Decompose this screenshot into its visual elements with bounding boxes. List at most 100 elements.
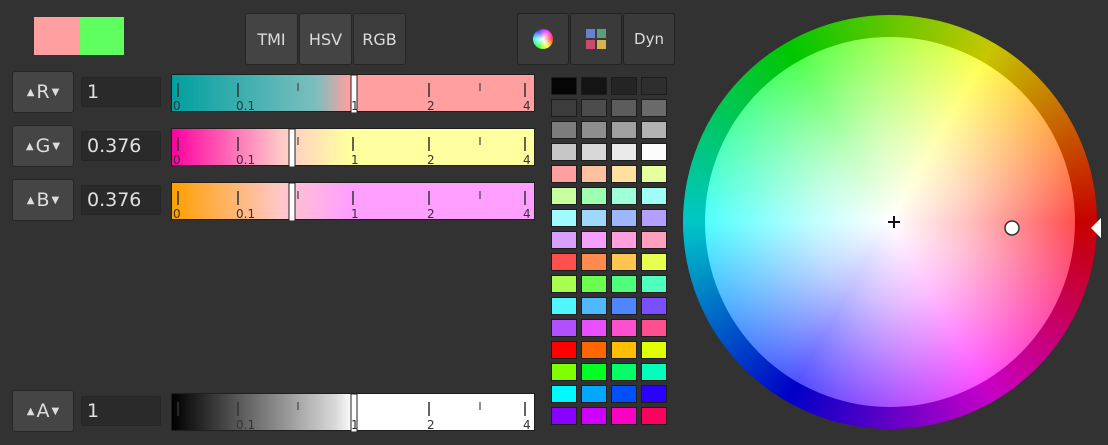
mode-tmi-button[interactable]: TMI — [245, 13, 298, 65]
swatch-cell[interactable] — [551, 341, 577, 359]
channel-g-up-arrow-icon: ▲ — [25, 140, 34, 152]
color-wheel-toggle-button[interactable] — [517, 13, 569, 65]
swatch-cell[interactable] — [551, 319, 577, 337]
channel-g-value-field[interactable]: 0.376 — [81, 131, 161, 161]
wheel-color-cursor[interactable] — [1004, 220, 1020, 236]
swatch-cell[interactable] — [581, 121, 607, 139]
channel-r-slider[interactable]: 0 0.1 1 2 4 — [171, 74, 535, 113]
swatch-cell[interactable] — [641, 407, 667, 425]
mode-rgb-button[interactable]: RGB — [353, 13, 406, 65]
channel-b-tick-label: 0 — [173, 207, 181, 221]
swatch-cell[interactable] — [581, 187, 607, 205]
swatch-cell[interactable] — [641, 385, 667, 403]
swatches-toggle-button[interactable] — [570, 13, 622, 65]
channel-r-up-arrow-icon: ▲ — [26, 86, 35, 98]
channel-b-button[interactable]: ▲ B ▼ — [12, 179, 74, 221]
swatch-cell[interactable] — [551, 121, 577, 139]
channel-g-slider[interactable]: 0 0.1 1 2 4 — [171, 128, 535, 167]
swatch-cell[interactable] — [551, 253, 577, 271]
swatch-cell[interactable] — [581, 231, 607, 249]
swatch-cell[interactable] — [611, 209, 637, 227]
swatches-icon — [586, 29, 606, 49]
swatch-cell[interactable] — [611, 363, 637, 381]
swatch-cell[interactable] — [551, 385, 577, 403]
channel-a-up-arrow-icon: ▲ — [26, 405, 35, 417]
channel-b-value-field[interactable]: 0.376 — [81, 185, 161, 215]
swatch-cell[interactable] — [641, 231, 667, 249]
channel-r-button[interactable]: ▲ R ▼ — [12, 71, 74, 113]
channel-g-slider-handle[interactable] — [288, 129, 296, 167]
channel-g-button[interactable]: ▲ G ▼ — [12, 125, 74, 167]
swatch-cell[interactable] — [581, 363, 607, 381]
dynamic-toggle-button[interactable]: Dyn — [623, 13, 675, 65]
swatch-cell[interactable] — [641, 363, 667, 381]
swatch-cell[interactable] — [641, 297, 667, 315]
swatch-cell[interactable] — [551, 297, 577, 315]
swatch-cell[interactable] — [581, 209, 607, 227]
swatch-cell[interactable] — [581, 341, 607, 359]
swatch-cell[interactable] — [641, 319, 667, 337]
swatch-cell[interactable] — [641, 143, 667, 161]
swatch-cell[interactable] — [641, 187, 667, 205]
swatch-cell[interactable] — [641, 253, 667, 271]
swatch-cell[interactable] — [551, 363, 577, 381]
channel-b-slider-handle[interactable] — [288, 183, 296, 221]
swatch-cell[interactable] — [581, 297, 607, 315]
mode-hsv-button[interactable]: HSV — [299, 13, 352, 65]
swatch-cell[interactable] — [581, 319, 607, 337]
swatch-cell[interactable] — [611, 385, 637, 403]
swatch-cell[interactable] — [581, 253, 607, 271]
swatch-cell[interactable] — [611, 165, 637, 183]
swatch-cell[interactable] — [611, 121, 637, 139]
swatch-cell[interactable] — [551, 209, 577, 227]
swatch-cell[interactable] — [581, 165, 607, 183]
swatch-cell[interactable] — [551, 231, 577, 249]
swatch-cell[interactable] — [551, 407, 577, 425]
swatch-cell[interactable] — [611, 253, 637, 271]
swatch-cell[interactable] — [611, 297, 637, 315]
swatch-cell[interactable] — [581, 275, 607, 293]
swatch-cell[interactable] — [611, 77, 637, 95]
swatch-cell[interactable] — [581, 407, 607, 425]
swatch-cell[interactable] — [611, 187, 637, 205]
channel-b-up-arrow-icon: ▲ — [26, 194, 35, 206]
swatch-cell[interactable] — [641, 77, 667, 95]
swatch-grid — [551, 77, 671, 437]
swatch-cell[interactable] — [611, 231, 637, 249]
swatch-cell[interactable] — [641, 341, 667, 359]
channel-a-value-field[interactable]: 1 — [81, 396, 161, 426]
swatch-cell[interactable] — [641, 99, 667, 117]
channel-b-label: B — [36, 189, 50, 211]
swatch-cell[interactable] — [551, 143, 577, 161]
swatch-cell[interactable] — [551, 99, 577, 117]
swatch-cell[interactable] — [551, 165, 577, 183]
channel-a-slider[interactable]: 0.1 1 2 4 — [171, 393, 535, 432]
swatch-cell[interactable] — [581, 77, 607, 95]
swatch-cell[interactable] — [611, 407, 637, 425]
channel-r-tick-label: 0 — [173, 99, 181, 113]
swatch-cell[interactable] — [611, 341, 637, 359]
swatch-cell[interactable] — [551, 77, 577, 95]
swatch-cell[interactable] — [641, 275, 667, 293]
swatch-cell[interactable] — [551, 275, 577, 293]
previous-color-swatch[interactable] — [79, 17, 124, 55]
new-color-swatch — [34, 17, 79, 55]
swatch-cell[interactable] — [641, 209, 667, 227]
swatch-cell[interactable] — [581, 99, 607, 117]
swatch-cell[interactable] — [611, 143, 637, 161]
swatch-cell[interactable] — [641, 121, 667, 139]
color-wheel[interactable] — [683, 13, 1101, 441]
swatch-cell[interactable] — [581, 385, 607, 403]
swatch-cell[interactable] — [611, 99, 637, 117]
channel-r-value-field[interactable]: 1 — [81, 77, 161, 107]
swatch-cell[interactable] — [641, 165, 667, 183]
swatch-cell[interactable] — [611, 275, 637, 293]
swatch-cell[interactable] — [581, 143, 607, 161]
channel-b-slider[interactable]: 0 0.1 1 2 4 — [171, 182, 535, 221]
channel-b-tick-label: 2 — [427, 207, 435, 221]
swatch-cell[interactable] — [611, 319, 637, 337]
channel-r-tick-label: 0.1 — [236, 99, 256, 113]
channel-a-button[interactable]: ▲ A ▼ — [12, 390, 74, 432]
channel-b-tick-label: 4 — [523, 207, 531, 221]
swatch-cell[interactable] — [551, 187, 577, 205]
